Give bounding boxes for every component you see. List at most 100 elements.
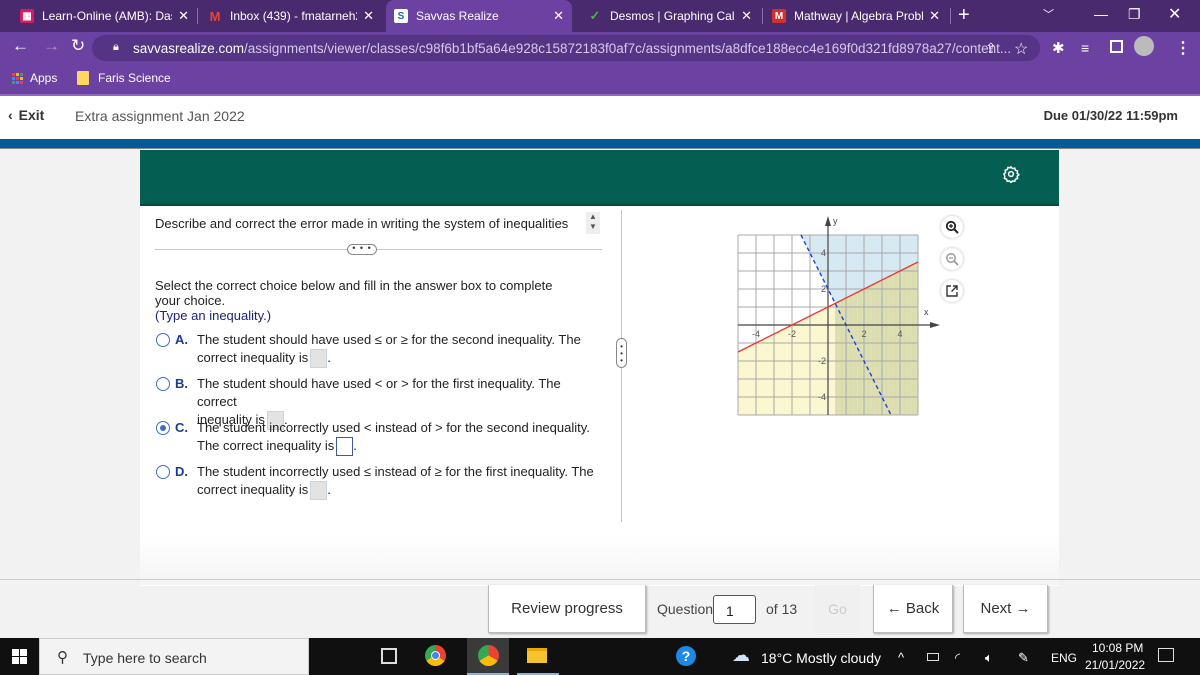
choice-letter: B. bbox=[175, 376, 188, 391]
answer-box-d[interactable] bbox=[310, 481, 328, 501]
tab-learn-online[interactable]: ▦ Learn-Online (AMB): Dash ✕ bbox=[12, 0, 197, 32]
zoom-in-icon bbox=[945, 220, 959, 234]
chrome-icon bbox=[478, 645, 499, 666]
desmos-icon: ✓ bbox=[589, 8, 601, 23]
tab-title: Mathway | Algebra Proble bbox=[794, 9, 924, 23]
bookmark-apps[interactable]: Apps bbox=[12, 71, 57, 85]
radio-a[interactable] bbox=[156, 333, 170, 347]
wifi-icon[interactable]: ◜ bbox=[955, 650, 960, 666]
choice-b[interactable]: B. The student should have used < or > f… bbox=[155, 375, 595, 431]
tab-gmail[interactable]: M Inbox (439) - fmatarneh20 ✕ bbox=[200, 0, 382, 32]
y-axis-arrow bbox=[825, 216, 831, 226]
pane-resize-handle[interactable]: • • • bbox=[616, 338, 627, 368]
url-text[interactable]: savvasrealize.com/assignments/viewer/cla… bbox=[133, 41, 1011, 56]
tab-savvas-realize[interactable]: S Savvas Realize ✕ bbox=[386, 0, 572, 32]
help-icon[interactable]: ? bbox=[676, 646, 696, 666]
reading-list-icon[interactable]: ≡ bbox=[1081, 40, 1089, 56]
folder-icon bbox=[77, 71, 89, 85]
share-icon[interactable]: ⇪ bbox=[985, 40, 997, 57]
pen-icon[interactable]: ✎ bbox=[1018, 650, 1029, 666]
chrome-profile-taskbar-button[interactable] bbox=[467, 638, 509, 675]
extensions-icon[interactable]: ✱ bbox=[1052, 39, 1065, 57]
tab-desmos[interactable]: ✓ Desmos | Graphing Calcul ✕ bbox=[580, 0, 760, 32]
inequality-graph: x y -4 -2 2 4 4 2 -2 -4 bbox=[737, 216, 940, 416]
tab-title: Savvas Realize bbox=[416, 9, 499, 23]
due-date: Due 01/30/22 11:59pm bbox=[1043, 108, 1178, 123]
exit-button[interactable]: ‹ Exit bbox=[8, 107, 44, 123]
tab-mathway[interactable]: M Mathway | Algebra Proble ✕ bbox=[764, 0, 948, 32]
restore-icon[interactable]: ❐ bbox=[1128, 6, 1141, 23]
task-view-icon[interactable] bbox=[381, 648, 397, 664]
tab-title: Learn-Online (AMB): Dash bbox=[42, 9, 173, 23]
expand-more-button[interactable]: • • • bbox=[347, 244, 377, 255]
y-axis-label: y bbox=[833, 216, 838, 226]
go-button[interactable]: Go bbox=[815, 585, 860, 633]
gmail-icon: M bbox=[209, 8, 221, 24]
close-icon[interactable]: ✕ bbox=[741, 8, 752, 24]
pop-out-button[interactable] bbox=[941, 280, 963, 302]
close-icon[interactable]: ✕ bbox=[553, 8, 564, 24]
settings-gear-icon[interactable] bbox=[1002, 165, 1021, 188]
volume-icon[interactable]: 🔈︎ bbox=[985, 650, 993, 666]
chrome-icon[interactable] bbox=[425, 645, 446, 666]
side-panel-icon[interactable] bbox=[1110, 40, 1123, 53]
folder-icon bbox=[527, 648, 547, 663]
file-explorer-taskbar-button[interactable] bbox=[517, 638, 559, 675]
review-progress-button[interactable]: Review progress bbox=[488, 585, 646, 633]
window-close-icon[interactable]: ✕ bbox=[1168, 4, 1181, 24]
windows-start-icon[interactable] bbox=[12, 649, 27, 664]
radio-b[interactable] bbox=[156, 377, 170, 391]
clock-time[interactable]: 10:08 PM bbox=[1092, 641, 1143, 655]
reload-icon[interactable]: ↻ bbox=[71, 36, 85, 56]
tab-title: Inbox (439) - fmatarneh20 bbox=[230, 9, 358, 23]
answer-box-a[interactable] bbox=[310, 349, 328, 369]
taskbar-search-input[interactable]: ⚲ Type here to search bbox=[39, 638, 309, 675]
clock-date[interactable]: 21/01/2022 bbox=[1085, 658, 1145, 672]
profile-avatar[interactable] bbox=[1134, 36, 1154, 56]
x-tick-label: 2 bbox=[861, 329, 866, 339]
close-icon[interactable]: ✕ bbox=[178, 8, 189, 24]
new-tab-button[interactable]: + bbox=[958, 4, 970, 27]
choice-text: The correct inequality is bbox=[197, 438, 335, 453]
bookmark-star-icon[interactable]: ☆ bbox=[1014, 39, 1028, 59]
minimize-icon[interactable]: — bbox=[1094, 6, 1108, 22]
forward-arrow-icon[interactable]: → bbox=[43, 36, 60, 56]
search-icon: ⚲ bbox=[57, 649, 68, 666]
zoom-in-button[interactable] bbox=[941, 216, 963, 238]
search-placeholder: Type here to search bbox=[83, 650, 207, 666]
question-number-input[interactable]: 1 bbox=[713, 595, 756, 624]
battery-icon[interactable] bbox=[927, 653, 939, 661]
question-label: Question bbox=[657, 601, 714, 617]
choice-a[interactable]: A. The student should have used ≤ or ≥ f… bbox=[155, 331, 595, 369]
choice-c[interactable]: C. The student incorrectly used < instea… bbox=[155, 419, 595, 457]
bookmark-faris-science[interactable]: Faris Science bbox=[77, 71, 171, 85]
notification-center-icon[interactable] bbox=[1158, 648, 1174, 662]
menu-kebab-icon[interactable]: ⋮ bbox=[1175, 38, 1191, 58]
question-total: of 13 bbox=[766, 601, 798, 617]
answer-box-c[interactable] bbox=[336, 437, 354, 457]
tab-separator bbox=[197, 8, 198, 24]
pop-out-icon bbox=[946, 285, 958, 297]
lock-icon[interactable]: 🔒︎ bbox=[113, 41, 119, 54]
radio-d[interactable] bbox=[156, 465, 170, 479]
choice-text: The student incorrectly used ≤ instead o… bbox=[197, 464, 594, 479]
y-tick-label: -4 bbox=[818, 392, 826, 402]
zoom-out-button[interactable] bbox=[941, 248, 963, 270]
back-arrow-icon[interactable]: ← bbox=[12, 36, 29, 56]
show-hidden-icons-chevron[interactable]: ^ bbox=[898, 650, 904, 665]
close-icon[interactable]: ✕ bbox=[363, 8, 374, 24]
chevron-left-icon: ‹ bbox=[8, 107, 13, 123]
close-icon[interactable]: ✕ bbox=[929, 8, 940, 24]
x-tick-label: 4 bbox=[897, 329, 902, 339]
choice-d[interactable]: D. The student incorrectly used ≤ instea… bbox=[155, 463, 595, 501]
weather-text[interactable]: 18°C Mostly cloudy bbox=[761, 650, 881, 666]
tab-search-icon[interactable]: ﹀ bbox=[1043, 6, 1054, 22]
language-indicator[interactable]: ENG bbox=[1051, 651, 1077, 665]
learn-online-icon: ▦ bbox=[20, 9, 34, 23]
weather-cloud-icon[interactable]: ☁ bbox=[732, 645, 750, 666]
radio-c-selected[interactable] bbox=[156, 421, 170, 435]
next-button[interactable]: Next → bbox=[963, 585, 1048, 633]
prompt-scroll-arrows[interactable]: ▲ ▼ bbox=[586, 212, 600, 234]
back-button[interactable]: ← Back bbox=[873, 585, 953, 633]
apps-grid-icon bbox=[12, 72, 23, 84]
